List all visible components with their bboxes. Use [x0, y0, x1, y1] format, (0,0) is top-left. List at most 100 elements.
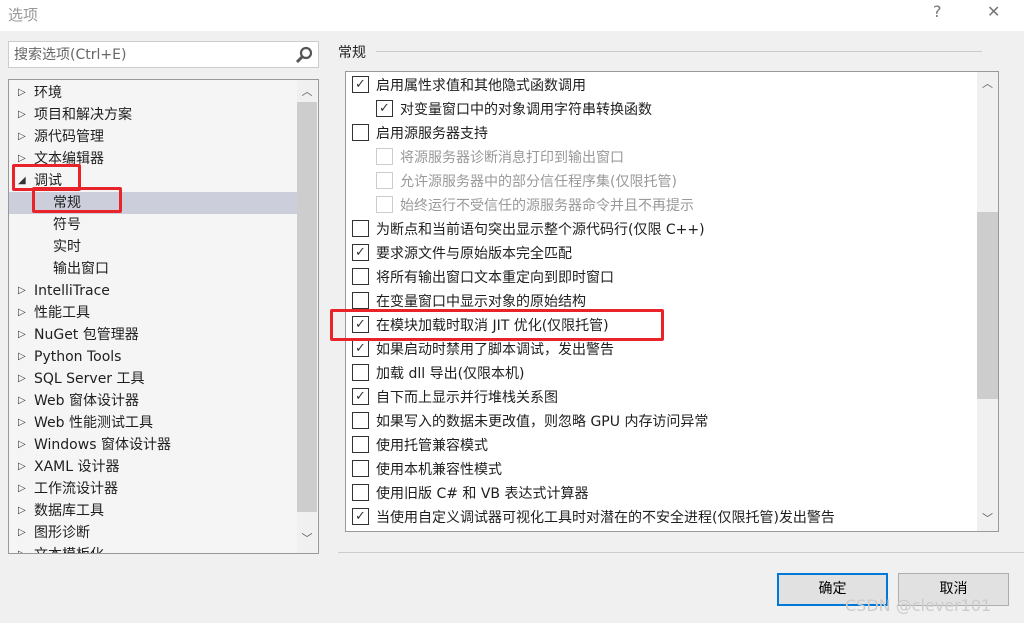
expand-arrow-icon[interactable]: ▷	[18, 434, 26, 456]
option-label: 将所有输出窗口文本重定向到即时窗口	[376, 270, 614, 286]
tree-item-label: IntelliTrace	[34, 283, 110, 299]
search-icon[interactable]	[294, 45, 314, 69]
tree-item-label: 项目和解决方案	[34, 107, 132, 123]
tree-item-label: 调试	[34, 173, 62, 189]
tree-item[interactable]: ▷ 文本模板化	[9, 544, 297, 553]
tree-item[interactable]: ▷ 数据库工具	[9, 500, 297, 522]
list-scrollbar[interactable]: ︿ ﹀	[977, 72, 998, 531]
help-button[interactable]: ?	[933, 2, 942, 21]
tree-item-label: SQL Server 工具	[34, 371, 145, 387]
tree-item-label: 常规	[53, 195, 81, 211]
tree-item[interactable]: ▷ XAML 设计器	[9, 456, 297, 478]
option-label: 使用本机兼容性模式	[376, 462, 502, 478]
tree-scrollbar[interactable]: ︿ ﹀	[297, 80, 317, 553]
checkbox[interactable]	[376, 196, 393, 213]
checkbox[interactable]: ✓	[352, 316, 369, 333]
option-label: 将源服务器诊断消息打印到输出窗口	[400, 150, 624, 166]
tree-item[interactable]: ▷ 文本编辑器	[9, 148, 297, 170]
expand-arrow-icon[interactable]: ▷	[18, 500, 26, 522]
checkbox[interactable]	[352, 268, 369, 285]
expand-arrow-icon[interactable]: ▷	[18, 456, 26, 478]
checkbox[interactable]: ✓	[352, 76, 369, 93]
expand-arrow-icon[interactable]: ▷	[18, 478, 26, 500]
checkbox[interactable]: ✓	[352, 340, 369, 357]
tree-item-label: 文本模板化	[34, 544, 104, 553]
option-label: 允许源服务器中的部分信任程序集(仅限托管)	[400, 174, 677, 190]
expand-arrow-icon[interactable]: ▷	[18, 390, 26, 412]
checkbox[interactable]	[376, 148, 393, 165]
scroll-up-icon[interactable]: ︿	[297, 83, 317, 99]
scroll-down-icon[interactable]: ﹀	[297, 530, 317, 546]
tree-item[interactable]: ▷ Windows 窗体设计器	[9, 434, 297, 456]
checkbox[interactable]	[352, 124, 369, 141]
scroll-thumb[interactable]	[977, 212, 998, 399]
expand-arrow-icon[interactable]: ▷	[18, 412, 26, 434]
tree-item-label: Web 性能测试工具	[34, 415, 153, 431]
scroll-down-icon[interactable]: ﹀	[977, 510, 998, 526]
tree-item-label: Python Tools	[34, 349, 122, 365]
expand-arrow-icon[interactable]: ▷	[18, 324, 26, 346]
tree-item[interactable]: 常规	[9, 192, 297, 214]
option-label: 当使用自定义调试器可视化工具时对潜在的不安全进程(仅限托管)发出警告	[376, 510, 835, 526]
checkbox[interactable]	[352, 364, 369, 381]
tree-item[interactable]: ▷ IntelliTrace	[9, 280, 297, 302]
option-label: 使用托管兼容模式	[376, 438, 488, 454]
tree-item[interactable]: ▷ 环境	[9, 82, 297, 104]
tree-item[interactable]: ▷ 源代码管理	[9, 126, 297, 148]
tree-item[interactable]: ▷ Web 窗体设计器	[9, 390, 297, 412]
search-input[interactable]	[9, 42, 279, 67]
tree-item[interactable]: ▷ 性能工具	[9, 302, 297, 324]
tree-item[interactable]: ▷ 项目和解决方案	[9, 104, 297, 126]
tree-item[interactable]: 符号	[9, 214, 297, 236]
tree-item-label: NuGet 包管理器	[34, 327, 139, 343]
collapse-arrow-icon[interactable]: ◢	[18, 170, 26, 192]
expand-arrow-icon[interactable]: ▷	[18, 126, 26, 148]
tree-item[interactable]: ▷ NuGet 包管理器	[9, 324, 297, 346]
divider	[338, 552, 1024, 553]
option-label: 启用源服务器支持	[376, 126, 488, 142]
close-button[interactable]: ✕	[987, 2, 1000, 21]
tree-item[interactable]: 实时	[9, 236, 297, 258]
checkbox[interactable]: ✓	[376, 100, 393, 117]
checkbox[interactable]	[352, 292, 369, 309]
options-tree: ▷ 文本模板化 ▷ 图形诊断 ▷ 数据库工具 ▷ 工作流设计器 ▷ XAML 设计器 ▷ Window…	[8, 79, 319, 554]
expand-arrow-icon[interactable]: ▷	[18, 302, 26, 324]
checkbox[interactable]	[352, 220, 369, 237]
tree-item-label: 数据库工具	[34, 503, 104, 519]
tree-item[interactable]: ▷ Web 性能测试工具	[9, 412, 297, 434]
option-label: 在模块加载时取消 JIT 优化(仅限托管)	[376, 318, 609, 334]
option-label: 始终运行不受信任的源服务器命令并且不再提示	[400, 198, 694, 214]
checkbox[interactable]: ✓	[352, 388, 369, 405]
expand-arrow-icon[interactable]: ▷	[18, 522, 26, 544]
expand-arrow-icon[interactable]: ▷	[18, 280, 26, 302]
tree-item[interactable]: ◢ 调试	[9, 170, 297, 192]
tree-item-label: Windows 窗体设计器	[34, 437, 171, 453]
tree-item-label: Web 窗体设计器	[34, 393, 139, 409]
option-label: 在变量窗口中显示对象的原始结构	[376, 294, 586, 310]
tree-item[interactable]: 输出窗口	[9, 258, 297, 280]
expand-arrow-icon[interactable]: ▷	[18, 82, 26, 104]
scroll-up-icon[interactable]: ︿	[977, 75, 998, 91]
window-title: 选项	[8, 6, 39, 24]
checkbox[interactable]: ✓	[352, 244, 369, 261]
options-list: ✓ 当使用自定义调试器可视化工具时对潜在的不安全进程(仅限托管)发出警告 使用旧版 …	[345, 71, 999, 532]
scroll-thumb[interactable]	[297, 102, 317, 512]
checkbox[interactable]	[352, 412, 369, 429]
checkbox[interactable]	[376, 172, 393, 189]
tree-item[interactable]: ▷ 工作流设计器	[9, 478, 297, 500]
tree-item[interactable]: ▷ 图形诊断	[9, 522, 297, 544]
tree-item[interactable]: ▷ SQL Server 工具	[9, 368, 297, 390]
expand-arrow-icon[interactable]: ▷	[18, 346, 26, 368]
checkbox[interactable]: ✓	[352, 508, 369, 525]
expand-arrow-icon[interactable]: ▷	[18, 148, 26, 170]
tree-item-label: 源代码管理	[34, 129, 104, 145]
checkbox[interactable]	[352, 436, 369, 453]
expand-arrow-icon[interactable]: ▷	[18, 104, 26, 126]
expand-arrow-icon[interactable]: ▷	[18, 368, 26, 390]
checkbox[interactable]	[352, 484, 369, 501]
search-box	[8, 41, 319, 68]
checkbox[interactable]	[352, 460, 369, 477]
expand-arrow-icon[interactable]: ▷	[18, 544, 26, 553]
tree-item[interactable]: ▷ Python Tools	[9, 346, 297, 368]
tree-item-label: 性能工具	[34, 305, 90, 321]
